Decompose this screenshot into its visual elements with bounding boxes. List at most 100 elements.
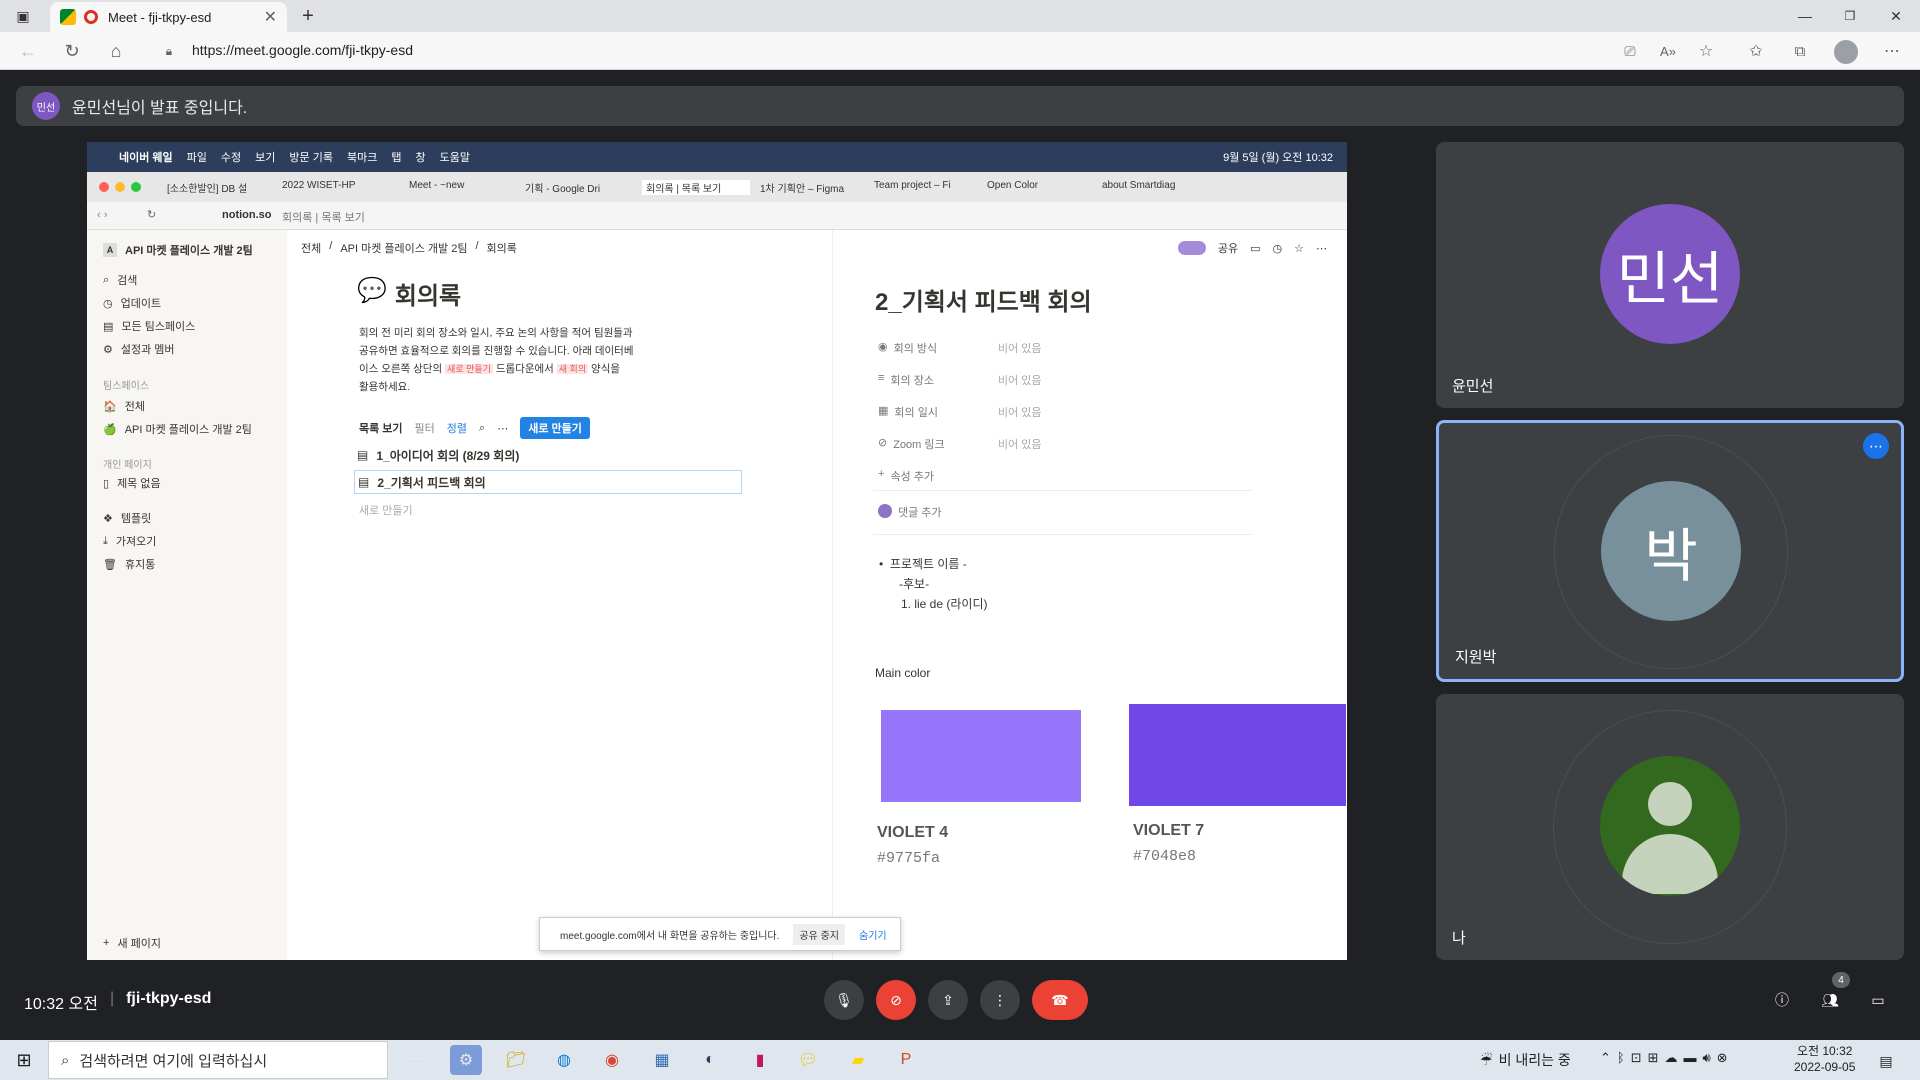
template-icon: ❖: [103, 512, 113, 525]
db-toolbar: 목록 보기 필터 정렬 ⌕ ⋯ 새로 만들기: [359, 415, 659, 441]
chrome-icon[interactable]: ◉: [596, 1045, 628, 1075]
eclipse-icon[interactable]: ◐: [694, 1045, 726, 1075]
more-options-icon[interactable]: ⋮: [980, 980, 1020, 1020]
divider: [873, 490, 1253, 491]
camera-off-icon[interactable]: ⊘: [876, 980, 916, 1020]
intellij-icon[interactable]: ▮: [744, 1045, 776, 1075]
sticky-notes-icon[interactable]: ▰: [842, 1045, 874, 1075]
participant-name: 지원박: [1455, 649, 1497, 666]
home-icon[interactable]: ⌂: [104, 40, 128, 62]
edge-icon[interactable]: ◍: [548, 1045, 580, 1075]
prop-value: 비어 있음: [998, 407, 1042, 419]
clock-icon: ◷: [103, 297, 113, 310]
leave-call-icon[interactable]: ☎︎: [1032, 980, 1088, 1020]
recording-icon: [84, 10, 98, 24]
hide-button: 숨기기: [859, 930, 887, 942]
db-row-selected: ▤ 2_기획서 피드백 회의: [354, 470, 742, 494]
taskbar-clock[interactable]: 오전 10:32 2022-09-05: [1794, 1043, 1855, 1075]
screen-share-notice: meet.google.com에서 내 화면을 공유하는 중입니다. 공유 중지…: [539, 917, 901, 951]
kakaotalk-icon[interactable]: 💬︎: [792, 1045, 824, 1075]
color-name: VIOLET 4: [877, 824, 949, 841]
mic-icon[interactable]: 🎙︎: [824, 980, 864, 1020]
info-icon[interactable]: ⓘ: [1762, 980, 1802, 1020]
db-row: ▤ 1_아이디어 회의 (8/29 회의): [357, 444, 737, 466]
shared-tab: [소소한발인] DB 설: [167, 184, 248, 195]
presenting-banner: 민선 윤민선님이 발표 중입니다.: [16, 86, 1904, 126]
powerpoint-icon[interactable]: P: [890, 1045, 922, 1075]
page-title: 2_기획서 피드백 회의: [875, 289, 1092, 316]
db-title-row: 💬 회의록: [357, 276, 461, 311]
weather-text: 비 내리는 중: [1498, 1052, 1571, 1068]
back-icon[interactable]: ←: [16, 40, 40, 62]
weather-widget[interactable]: ☔︎ 비 내리는 중: [1480, 1050, 1571, 1070]
participant-tile-0[interactable]: 민선 윤민선: [1436, 142, 1904, 408]
restore-icon[interactable]: ❐: [1838, 6, 1862, 26]
sidebar-item-untitled: 제목 없음: [117, 478, 161, 490]
collections-icon[interactable]: ⧉: [1788, 40, 1812, 62]
db-description: 회의 전 미리 회의 장소와 일시, 주요 논의 사항을 적어 팀원들과 공유하…: [359, 324, 659, 396]
favorite-star-icon[interactable]: ☆: [1694, 40, 1718, 62]
breadcrumb-item: 회의록: [486, 243, 517, 255]
system-tray-icons[interactable]: ⌃ᛒ⊡⊞☁▬🔊︎⊗: [1600, 1050, 1734, 1066]
prop-value: 비어 있음: [998, 439, 1042, 451]
read-aloud-icon[interactable]: A»: [1656, 40, 1680, 62]
reload-icon[interactable]: ↻: [60, 40, 84, 62]
profile-avatar[interactable]: [1834, 40, 1858, 64]
shared-address-host: notion.so: [222, 209, 272, 221]
camera-icon[interactable]: ⎚: [1618, 40, 1642, 62]
desc-chip: 새로 만들기: [445, 364, 493, 374]
taskbar-app-icon[interactable]: ▦: [646, 1045, 678, 1075]
meeting-info: 10:32 오전 | fji-tkpy-esd: [24, 990, 212, 1013]
taskbar-search[interactable]: ⌕ 검색하려면 여기에 입력하십시: [48, 1041, 388, 1079]
filter-button: 필터: [414, 423, 435, 435]
sidebar-item-templates: 템플릿: [120, 513, 152, 525]
desc-line: 이스 오른쪽 상단의 새로 만들기 드롭다운에서 새 회의 양식을: [359, 360, 659, 378]
prop-icon: ◉: [878, 341, 888, 353]
mac-close-dot: [99, 182, 109, 192]
more-icon[interactable]: ⋯: [1880, 40, 1904, 62]
sidebar-item-search: 검색: [117, 275, 138, 287]
prop-icon: ≡: [878, 372, 885, 384]
page-more-icon: ⋯: [1316, 242, 1327, 255]
browser-tab-meet[interactable]: Meet - fji-tkpy-esd ✕: [50, 2, 287, 32]
tile-more-icon[interactable]: ⋯: [1863, 433, 1889, 459]
meeting-code: fji-tkpy-esd: [126, 990, 212, 1007]
db-new-button: 새로 만들기: [520, 417, 590, 439]
doc-icon: ▤: [357, 448, 369, 462]
participant-tile-1[interactable]: 박 ⋯ 지원박: [1436, 420, 1904, 682]
db-search-icon: ⌕: [479, 421, 486, 434]
present-screen-icon[interactable]: ⇪: [928, 980, 968, 1020]
db-add-row: 새로 만들기: [359, 505, 413, 517]
desc-text: 드롭다운에서: [495, 363, 554, 375]
presenter-avatar: 민선: [32, 92, 60, 120]
close-tab-icon[interactable]: ✕: [264, 7, 277, 27]
tab-actions-icon[interactable]: ▣: [12, 6, 34, 26]
close-window-icon[interactable]: ✕: [1884, 6, 1908, 26]
participant-tile-self[interactable]: 나: [1436, 694, 1904, 960]
file-explorer-icon[interactable]: 📁︎: [500, 1045, 532, 1075]
mac-menu-item: 보기: [255, 152, 276, 164]
favorites-icon[interactable]: ✩: [1744, 40, 1768, 62]
search-icon: ⌕: [103, 273, 110, 286]
notion-page-peek: 공유 ▭ ◷ ☆ ⋯ 2_기획서 피드백 회의 ◉ 회의 방식 비어 있음 ≡ 회의 …: [832, 230, 1346, 960]
shared-tab-active: 회의록 | 목록 보기: [642, 180, 750, 195]
shared-tab: Team project – Fi: [874, 180, 951, 191]
page-icon: ▯: [103, 477, 110, 490]
shared-tab: 1차 기획안 – Figma: [760, 184, 845, 195]
participant-name: 나: [1452, 930, 1466, 947]
search-icon: ⌕: [61, 1051, 70, 1069]
taskbar-app-icon[interactable]: ⚙: [450, 1045, 482, 1075]
meet-controls-bar: 10:32 오전 | fji-tkpy-esd 🎙︎ ⊘ ⇪ ⋮ ☎︎ ⓘ 👥︎…: [0, 960, 1920, 1040]
address-bar[interactable]: https://meet.google.com/fji-tkpy-esd: [192, 42, 413, 58]
lock-icon[interactable]: 🔒︎: [160, 42, 178, 60]
minimize-icon[interactable]: —: [1793, 6, 1817, 26]
task-view-icon[interactable]: ▭: [400, 1045, 432, 1075]
notification-icon[interactable]: ▤: [1874, 1050, 1898, 1072]
new-tab-icon[interactable]: +: [296, 4, 320, 28]
chat-icon[interactable]: ▭: [1858, 980, 1898, 1020]
windows-start-icon[interactable]: ⊞: [12, 1048, 36, 1072]
page-body: • 프로젝트 이름 - -후보- 1. lie de (라이디): [879, 554, 987, 614]
teamspace-icon: ▤: [103, 320, 114, 333]
teamspace-header: 팀스페이스: [103, 381, 149, 392]
meeting-time: 10:32 오전: [24, 996, 98, 1013]
